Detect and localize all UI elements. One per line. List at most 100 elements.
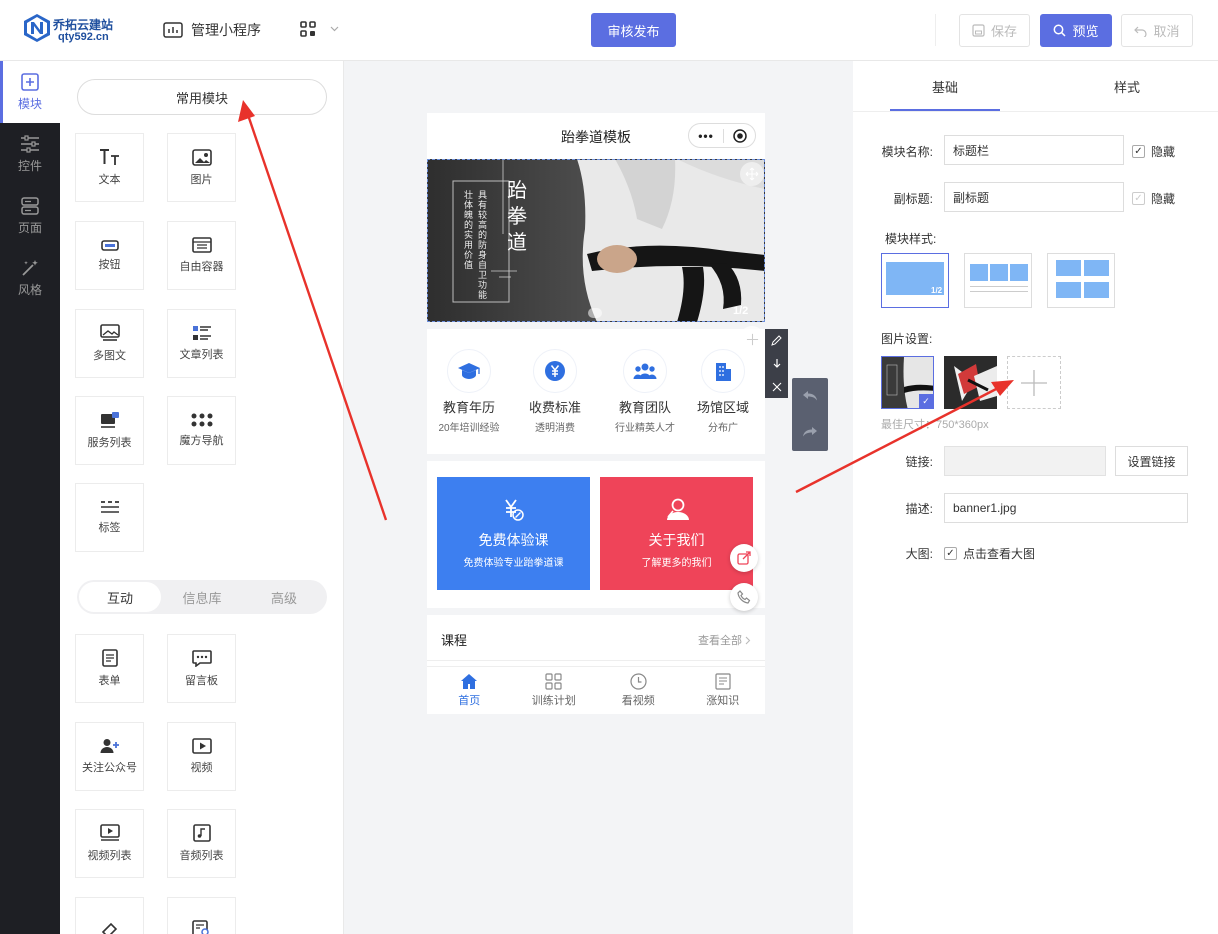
module-container[interactable]: 自由容器 (167, 221, 236, 290)
nav-item-team[interactable]: 教育团队 行业精英人才 (603, 349, 687, 434)
card-free-trial[interactable]: 免费体验课 免费体验专业跆拳道课 (437, 477, 590, 590)
module-text[interactable]: 文本 (75, 133, 144, 202)
redo-icon[interactable] (802, 426, 818, 438)
module-button[interactable]: 按钮 (75, 221, 144, 290)
image-icon (191, 148, 212, 166)
rail-item-pages[interactable]: 页面 (0, 185, 60, 247)
tab-knowledge[interactable]: 涨知识 (681, 667, 766, 714)
module-audio-list[interactable]: 音频列表 (167, 809, 236, 878)
module-follow[interactable]: 关注公众号 (75, 722, 144, 791)
card-title: 关于我们 (648, 532, 705, 548)
module-search-list[interactable] (167, 897, 236, 934)
banner-thumb-1[interactable]: ✓ (881, 356, 934, 409)
module-form[interactable]: 表单 (75, 634, 144, 703)
hide-label: 隐藏 (1151, 145, 1176, 159)
publish-button[interactable]: 审核发布 (591, 13, 676, 47)
left-rail: 模块 控件 页面 风格 (0, 61, 60, 934)
share-float-button[interactable] (730, 544, 758, 572)
nav-grid-drag-handle[interactable] (739, 326, 765, 352)
plus-icon (1021, 369, 1047, 396)
cancel-label: 取消 (1153, 24, 1180, 39)
module-cube-nav[interactable]: 魔方导航 (167, 396, 236, 465)
banner-title-char: 道 (507, 230, 527, 254)
style-option-single[interactable]: 1/2 (881, 253, 949, 308)
module-video[interactable]: 视频 (167, 722, 236, 791)
tab-divider (853, 111, 1218, 112)
description-input[interactable]: banner1.jpg (944, 493, 1188, 523)
preview-button[interactable]: 预览 (1040, 14, 1112, 47)
close-record-icon[interactable] (724, 128, 755, 143)
close-icon[interactable] (772, 382, 782, 392)
arrow-down-icon[interactable] (772, 358, 782, 369)
section-gap (427, 454, 765, 461)
save-button[interactable]: 保存 (959, 14, 1030, 47)
rail-item-controls[interactable]: 控件 (0, 123, 60, 185)
tab-basic[interactable]: 基础 (890, 61, 1000, 111)
nav-grid: 教育年历 20年培训经验 收费标准 透明消费 教育团队 行业精英人才 场馆区域 … (427, 329, 765, 454)
logo[interactable]: 乔拓云建站 qty592.cn (23, 13, 133, 47)
set-link-button[interactable]: 设置链接 (1115, 446, 1188, 476)
module-message-board[interactable]: 留言板 (167, 634, 236, 703)
module-label: 文章列表 (179, 349, 224, 361)
view-all-link[interactable]: 查看全部 (698, 632, 751, 648)
search-list-icon (191, 920, 209, 934)
card-about-us[interactable]: 关于我们 了解更多的我们 (600, 477, 753, 590)
rail-item-style[interactable]: 风格 (0, 247, 60, 309)
undo-icon[interactable] (802, 390, 818, 402)
style-preview (1056, 260, 1081, 276)
banner-thumb-2[interactable] (944, 356, 997, 409)
tab-library[interactable]: 信息库 (161, 582, 243, 612)
module-name-input[interactable]: 标题栏 (944, 135, 1124, 165)
module-video-list[interactable]: 视频列表 (75, 809, 144, 878)
phone-float-button[interactable] (730, 583, 758, 611)
banner-title: 跆 拳 道 (505, 177, 529, 255)
module-label: 魔方导航 (179, 435, 224, 447)
module-tag[interactable]: 标签 (75, 483, 144, 552)
module-image[interactable]: 图片 (167, 133, 236, 202)
tab-label: 涨知识 (706, 695, 740, 707)
tab-style[interactable]: 样式 (1072, 61, 1182, 111)
edit-icon[interactable] (771, 335, 782, 346)
link-input[interactable] (944, 446, 1106, 476)
view-big-image-checkbox[interactable]: ✓ 点击查看大图 (944, 545, 1035, 562)
rail-label: 风格 (17, 282, 42, 297)
style-option-grid[interactable] (1047, 253, 1115, 308)
hide-title-checkbox[interactable]: ✓ 隐藏 (1132, 143, 1175, 160)
course-section-header: 课程 查看全部 (427, 615, 765, 661)
nav-item-calendar[interactable]: 教育年历 20年培训经验 (427, 349, 511, 434)
nav-item-venue[interactable]: 场馆区域 分布广 (681, 349, 765, 434)
share-icon (737, 551, 751, 565)
cancel-button[interactable]: 取消 (1121, 14, 1193, 47)
divider (935, 14, 936, 46)
module-multi-image[interactable]: 多图文 (75, 309, 144, 378)
banner-drag-handle[interactable] (740, 162, 764, 186)
module-label: 留言板 (185, 674, 218, 687)
size-hint: 最佳尺寸：750*360px (881, 419, 989, 431)
module-label: 关注公众号 (82, 762, 137, 774)
module-label: 表单 (98, 675, 121, 687)
subtitle-input[interactable]: 副标题 (944, 182, 1124, 212)
tab-interactive[interactable]: 互动 (79, 582, 161, 612)
more-icon[interactable]: ••• (689, 129, 723, 143)
card-sub: 免费体验专业跆拳道课 (463, 558, 564, 569)
common-modules-tab[interactable]: 常用模块 (77, 79, 327, 115)
tab-training-plan[interactable]: 训练计划 (512, 667, 597, 714)
tab-watch-video[interactable]: 看视频 (596, 667, 681, 714)
tab-advanced[interactable]: 高级 (243, 582, 325, 612)
module-service-list[interactable]: 服务列表 (75, 396, 144, 465)
nav-item-fees[interactable]: 收费标准 透明消费 (513, 349, 597, 434)
banner-slider[interactable]: 跆 拳 道 具有较高的防身自卫功能 壮体魄的实用价值 1/2 (427, 159, 765, 322)
miniprogram-capsule[interactable]: ••• (688, 123, 756, 148)
hide-subtitle-checkbox[interactable]: ✓ 隐藏 (1132, 190, 1175, 207)
module-eraser[interactable] (75, 897, 144, 934)
nav-label: 收费标准 (528, 400, 581, 415)
module-article-list[interactable]: 文章列表 (167, 309, 236, 378)
tab-home[interactable]: 首页 (427, 667, 512, 714)
style-option-three[interactable] (964, 253, 1032, 308)
rail-item-modules[interactable]: 模块 (0, 61, 60, 123)
add-image-button[interactable] (1007, 356, 1061, 409)
app-switcher[interactable] (300, 21, 339, 37)
banner-indicator (588, 308, 602, 318)
manage-miniprogram-button[interactable]: 管理小程序 (163, 20, 261, 40)
document-icon (715, 673, 731, 690)
